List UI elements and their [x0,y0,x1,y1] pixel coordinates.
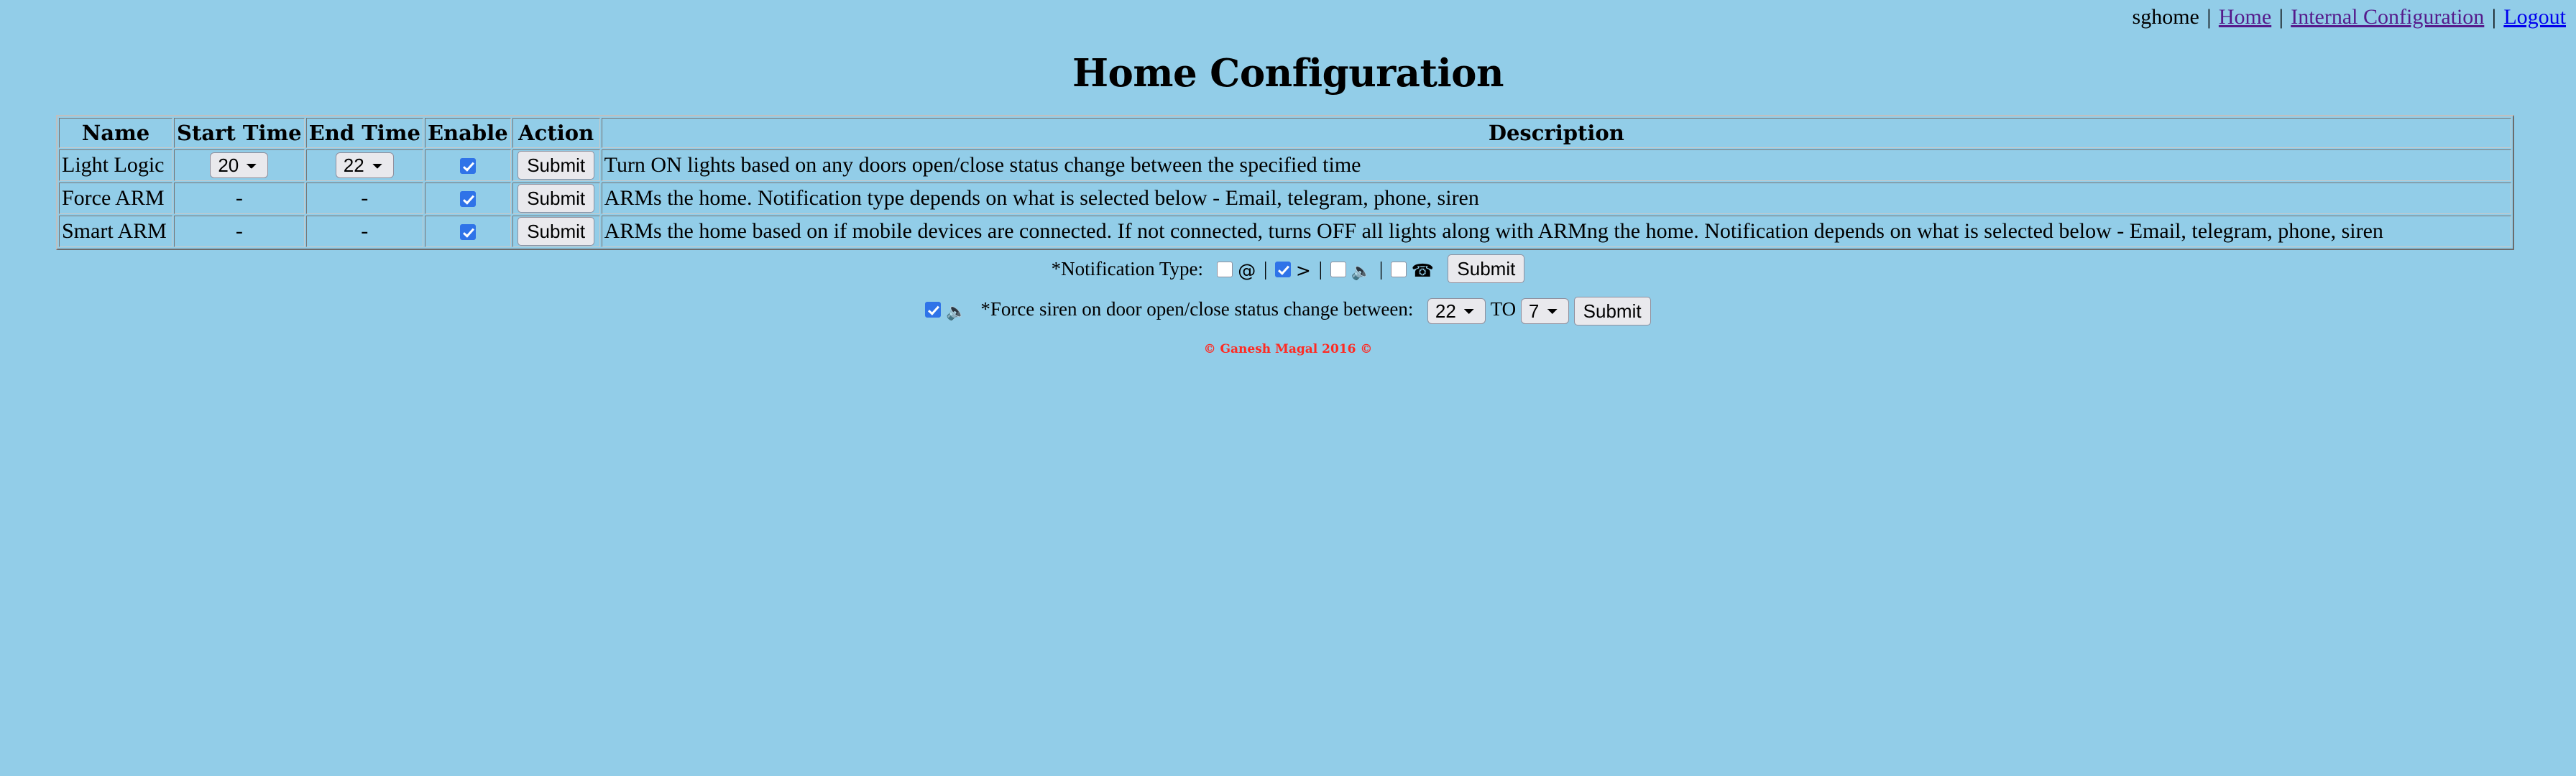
row-start-time-smart-arm: - [174,216,305,247]
row-description-light-logic: Turn ON lights based on any doors open/c… [601,149,2511,181]
table-head: Name Start Time End Time Enable Action D… [59,118,2511,148]
submit-button-force-arm[interactable]: Submit [518,184,595,213]
column-header-name: Name [59,118,172,148]
topbar-separator-2: | [2278,5,2283,29]
at-sign-icon: @ [1238,260,1256,281]
speaker-icon: 🔈 [946,302,967,321]
row-enable-cell [424,183,511,214]
notification-type-row: *Notification Type: @ | > | 🔈 | ☎ Submit [0,254,2576,286]
siren-end-time-select[interactable]: 7 [1520,297,1569,324]
row-start-time-cell: 20 [174,149,305,181]
topbar: sghome | Home | Internal Configuration |… [0,0,2576,30]
row-start-time-force-arm: - [174,183,305,214]
siren-start-time-select[interactable]: 22 [1427,297,1486,324]
notification-type-label: *Notification Type: [1051,258,1203,280]
row-action-cell: Submit [512,149,600,181]
table-header-row: Name Start Time End Time Enable Action D… [59,118,2511,148]
config-table-wrapper: Name Start Time End Time Enable Action D… [0,115,2576,250]
row-end-time-cell: 22 [305,149,423,181]
siren-to-label: TO [1490,298,1517,320]
force-siren-checkbox[interactable] [925,302,942,318]
nav-link-logout[interactable]: Logout [2503,5,2566,29]
page-title: Home Configuration [1072,51,1504,96]
row-end-time-smart-arm: - [305,216,423,247]
row-description-force-arm: ARMs the home. Notification type depends… [601,183,2511,214]
enable-checkbox-smart-arm[interactable] [459,224,476,240]
row-name-force-arm: Force ARM [59,183,172,214]
row-description-smart-arm: ARMs the home based on if mobile devices… [601,216,2511,247]
column-header-start-time: Start Time [174,118,305,148]
column-header-end-time: End Time [305,118,423,148]
topbar-separator-1: | [2207,5,2212,29]
row-name-light-logic: Light Logic [59,149,172,181]
notification-separator-2: | [1318,258,1322,280]
speaker-icon: 🔈 [1351,262,1372,281]
row-end-time-force-arm: - [305,183,423,214]
enable-checkbox-force-arm[interactable] [459,191,476,207]
end-time-select-light-logic[interactable]: 22 [335,152,394,178]
topbar-separator-3: | [2491,5,2496,29]
telegram-arrow-icon: > [1295,260,1311,281]
siren-submit-button[interactable]: Submit [1573,296,1651,325]
notification-siren-checkbox[interactable] [1330,262,1346,277]
submit-button-light-logic[interactable]: Submit [518,151,595,180]
submit-button-smart-arm[interactable]: Submit [518,217,595,246]
force-siren-label: *Force siren on door open/close status c… [980,298,1414,320]
table-row: Force ARM - - Submit ARMs the home. Noti… [59,183,2511,214]
start-time-select-light-logic[interactable]: 20 [210,152,269,178]
nav-link-home[interactable]: Home [2219,5,2271,29]
row-enable-cell [424,216,511,247]
notification-submit-button[interactable]: Submit [1448,254,1525,283]
notification-phone-checkbox[interactable] [1391,262,1407,277]
notification-email-checkbox[interactable] [1217,262,1233,277]
enable-checkbox-light-logic[interactable] [459,158,476,174]
column-header-description: Description [601,118,2511,148]
table-body: Light Logic 20 22 Submit Turn ON lights … [59,149,2511,247]
notification-separator-3: | [1379,258,1384,280]
column-header-action: Action [512,118,600,148]
table-row: Smart ARM - - Submit ARMs the home based… [59,216,2511,247]
home-configuration-table: Name Start Time End Time Enable Action D… [56,115,2514,250]
nav-link-internal-configuration[interactable]: Internal Configuration [2291,5,2484,29]
row-name-smart-arm: Smart ARM [59,216,172,247]
row-action-cell: Submit [512,216,600,247]
row-enable-cell [424,149,511,181]
notification-telegram-checkbox[interactable] [1275,262,1292,277]
footer-copyright: © Ganesh Magal 2016 © [1203,342,1373,356]
topbar-username: sghome [2132,5,2199,29]
table-row: Light Logic 20 22 Submit Turn ON lights … [59,149,2511,181]
column-header-enable: Enable [424,118,511,148]
force-siren-row: 🔈 *Force siren on door open/close status… [0,295,2576,326]
notification-separator-1: | [1263,258,1268,280]
telephone-icon: ☎ [1411,260,1434,281]
row-action-cell: Submit [512,183,600,214]
